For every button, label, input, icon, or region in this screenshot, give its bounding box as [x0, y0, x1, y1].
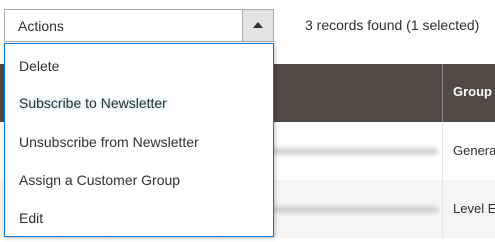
group-cell: Genera: [453, 143, 495, 158]
redacted-cell: [270, 206, 438, 213]
menu-item-assign-customer-group[interactable]: Assign a Customer Group: [19, 172, 180, 188]
actions-label: Actions: [18, 18, 64, 34]
caret-up-icon: [253, 22, 263, 28]
records-count: 3 records found (1 selected): [305, 17, 480, 33]
redacted-cell: [270, 148, 438, 155]
cell-separator: [442, 180, 443, 238]
actions-menu: Delete Subscribe to Newsletter Unsubscri…: [4, 43, 274, 237]
menu-item-delete[interactable]: Delete: [19, 58, 59, 74]
group-cell: Level E: [453, 201, 495, 216]
menu-item-edit[interactable]: Edit: [19, 210, 43, 226]
actions-toggle-button[interactable]: [242, 10, 273, 41]
menu-item-unsubscribe-newsletter[interactable]: Unsubscribe from Newsletter: [19, 134, 199, 150]
column-header-group[interactable]: Group: [453, 84, 492, 99]
actions-dropdown[interactable]: Actions: [4, 9, 274, 42]
cell-separator: [442, 122, 443, 180]
menu-item-subscribe-newsletter[interactable]: Subscribe to Newsletter: [19, 95, 167, 111]
column-separator: [442, 64, 443, 122]
